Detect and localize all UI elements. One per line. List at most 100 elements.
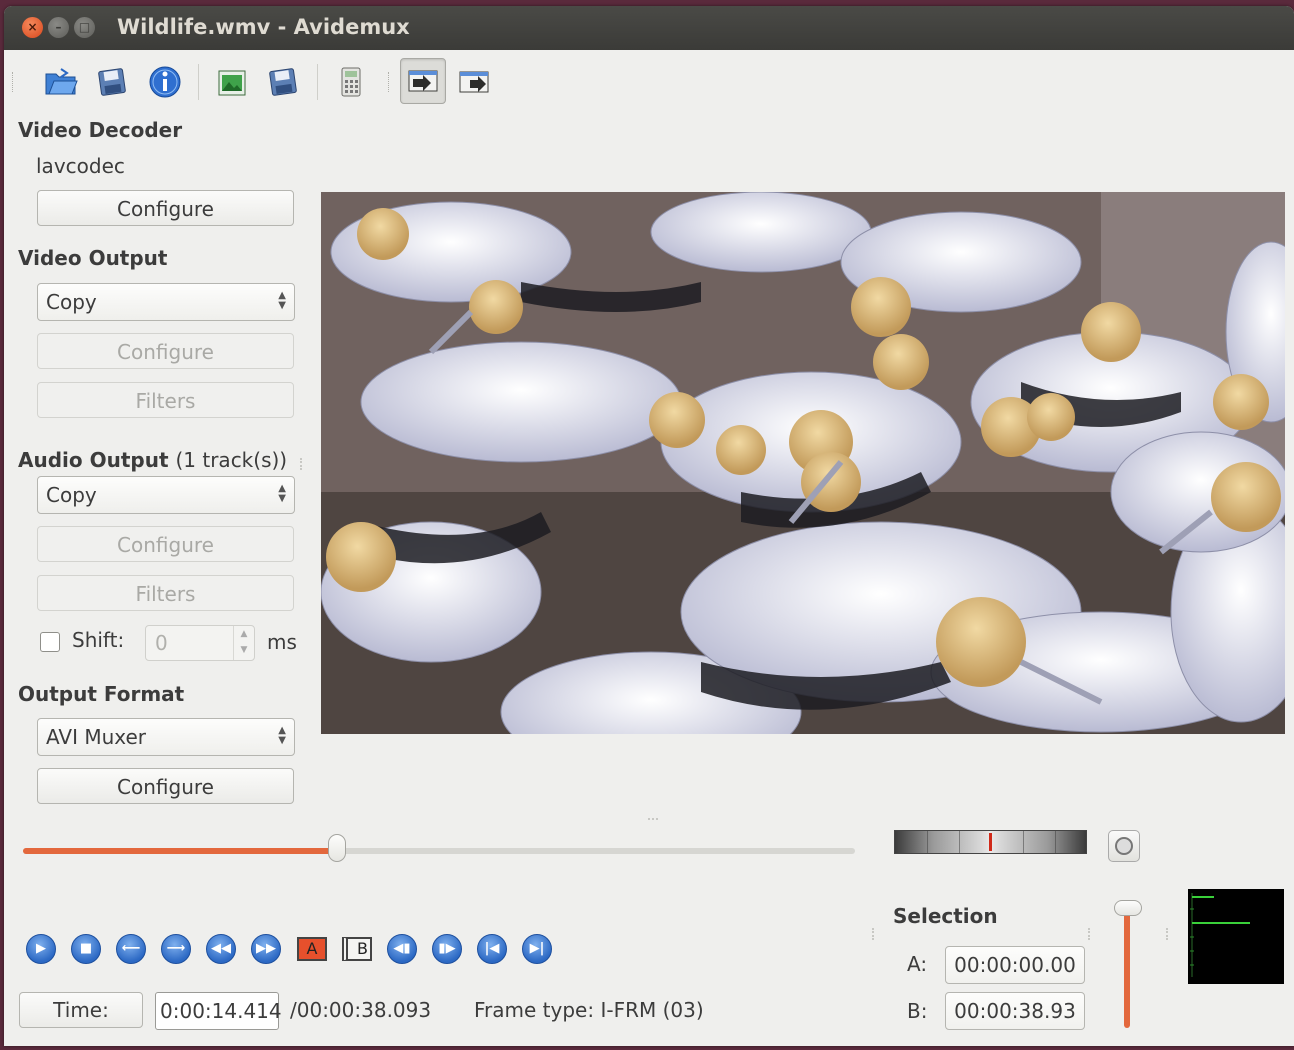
video-output-filters-button[interactable]: Filters [37, 382, 294, 418]
stop-button[interactable]: ■ [69, 932, 103, 966]
volume-slider[interactable] [1124, 908, 1130, 1028]
video-decoder-configure-button[interactable]: Configure [37, 190, 294, 226]
audio-output-configure-button[interactable]: Configure [37, 526, 294, 562]
video-decoder-title: Video Decoder [18, 118, 183, 142]
shift-checkbox[interactable] [40, 632, 60, 652]
jog-shuttle[interactable] [894, 830, 1087, 854]
audio-output-title: Audio Output (1 track(s)) [18, 448, 287, 472]
toolbar-grip[interactable] [388, 72, 392, 92]
shift-label: Shift: [72, 628, 125, 652]
open-video-icon [45, 68, 78, 95]
toolbar-separator [198, 64, 199, 100]
marker-b-icon: B [342, 937, 372, 961]
seek-progress [23, 848, 338, 854]
video-output-codec-select[interactable]: Copy ▲ ▼ [37, 283, 295, 321]
minimize-window-button[interactable]: – [48, 17, 69, 38]
calculator-icon [341, 67, 361, 97]
close-window-button[interactable]: × [22, 17, 43, 38]
set-marker-a-button[interactable]: A [295, 932, 329, 966]
jog-tick [1023, 831, 1024, 853]
video-frame-image [321, 192, 1285, 734]
audio-output-filters-button[interactable]: Filters [37, 575, 294, 611]
calculator-button[interactable] [331, 62, 371, 102]
rewind-icon: ◀◀ [206, 934, 236, 964]
save-image-button[interactable] [264, 62, 304, 102]
previous-black-frame-button[interactable]: ◀▮ [385, 932, 419, 966]
mode-out-button[interactable] [454, 62, 494, 102]
seek-slider[interactable] [23, 848, 855, 854]
speaker-icon [1115, 837, 1133, 855]
frame-type: Frame type: I-FRM (03) [474, 998, 704, 1022]
combo-arrows-icon: ▲ ▼ [278, 483, 286, 504]
jog-tick [1055, 831, 1056, 853]
shift-unit-label: ms [267, 630, 297, 654]
current-time-field[interactable]: 0:00:14.414 [155, 992, 282, 1030]
audio-output-track-count: (1 track(s)) [175, 448, 288, 472]
previous-keyframe-button[interactable]: ◀◀ [204, 932, 238, 966]
mode-in-icon [408, 70, 438, 92]
previous-black-frame-icon: ◀▮ [387, 934, 417, 964]
toolbar-grip[interactable] [12, 72, 16, 92]
selection-title: Selection [893, 904, 998, 928]
info-button[interactable] [145, 62, 185, 102]
jog-tick [959, 831, 960, 853]
video-output-codec-value: Copy [46, 290, 97, 314]
next-black-frame-button[interactable]: ▮▶ [430, 932, 464, 966]
stop-icon: ■ [71, 934, 101, 964]
video-output-configure-button[interactable]: Configure [37, 333, 294, 369]
spin-arrows-icon[interactable]: ▲ ▼ [233, 626, 254, 660]
set-marker-b-button[interactable]: B [340, 932, 374, 966]
next-keyframe-button[interactable]: ▶▶ [249, 932, 283, 966]
open-video-button[interactable] [41, 62, 81, 102]
next-frame-button[interactable]: ⟶ [159, 932, 193, 966]
main-window: × – □ Wildlife.wmv - Avidemux Video Deco… [4, 6, 1294, 1046]
panel-grip [872, 928, 878, 940]
selection-a-field[interactable]: 00:00:00.00 [945, 946, 1085, 984]
shift-spinbox[interactable]: 0 ▲ ▼ [145, 625, 255, 661]
save-image-icon [269, 68, 297, 96]
output-format-title: Output Format [18, 682, 185, 706]
mode-out-icon [459, 71, 489, 93]
save-video-icon [98, 68, 126, 96]
maximize-window-button[interactable]: □ [74, 17, 95, 38]
output-format-configure-button[interactable]: Configure [37, 768, 294, 804]
total-duration: /00:00:38.093 [290, 998, 432, 1022]
panel-grip [1166, 928, 1172, 940]
combo-arrows-icon: ▲ ▼ [278, 725, 286, 746]
volume-slider-handle[interactable] [1114, 900, 1142, 916]
title-bar: × – □ Wildlife.wmv - Avidemux [4, 6, 1294, 50]
seek-slider-handle[interactable] [328, 834, 347, 862]
audio-output-codec-select[interactable]: Copy ▲ ▼ [37, 476, 295, 514]
audio-meter-graph [1190, 893, 1250, 977]
selection-b-label: B: [907, 999, 928, 1023]
output-format-value: AVI Muxer [46, 725, 147, 749]
mode-in-button[interactable] [400, 58, 446, 104]
volume-button[interactable] [1108, 830, 1140, 862]
video-output-title: Video Output [18, 246, 168, 270]
last-frame-button[interactable]: ▶| [520, 932, 554, 966]
fast-forward-icon: ▶▶ [251, 934, 281, 964]
previous-frame-button[interactable]: ⟵ [114, 932, 148, 966]
skip-end-icon: ▶| [522, 934, 552, 964]
splitter-grip[interactable] [648, 818, 658, 824]
play-button[interactable]: ▶ [24, 932, 58, 966]
audio-level-meter [1188, 889, 1284, 984]
audio-output-title-text: Audio Output [18, 448, 169, 472]
open-image-button[interactable] [212, 62, 252, 102]
shift-value: 0 [155, 631, 168, 655]
info-icon [149, 66, 181, 98]
window-title: Wildlife.wmv - Avidemux [117, 15, 410, 39]
save-video-button[interactable] [93, 62, 133, 102]
arrow-left-icon: ⟵ [116, 934, 146, 964]
selection-b-field[interactable]: 00:00:38.93 [945, 992, 1085, 1030]
panel-grip [1088, 928, 1094, 940]
frame-type-value: I-FRM (03) [600, 998, 704, 1022]
time-button[interactable]: Time: [19, 992, 143, 1028]
open-image-icon [218, 70, 246, 96]
video-preview [321, 192, 1285, 734]
toolbar-separator [317, 64, 318, 100]
jog-tick [927, 831, 928, 853]
output-format-select[interactable]: AVI Muxer ▲ ▼ [37, 718, 295, 756]
first-frame-button[interactable]: |◀ [475, 932, 509, 966]
panel-grip [300, 458, 306, 470]
